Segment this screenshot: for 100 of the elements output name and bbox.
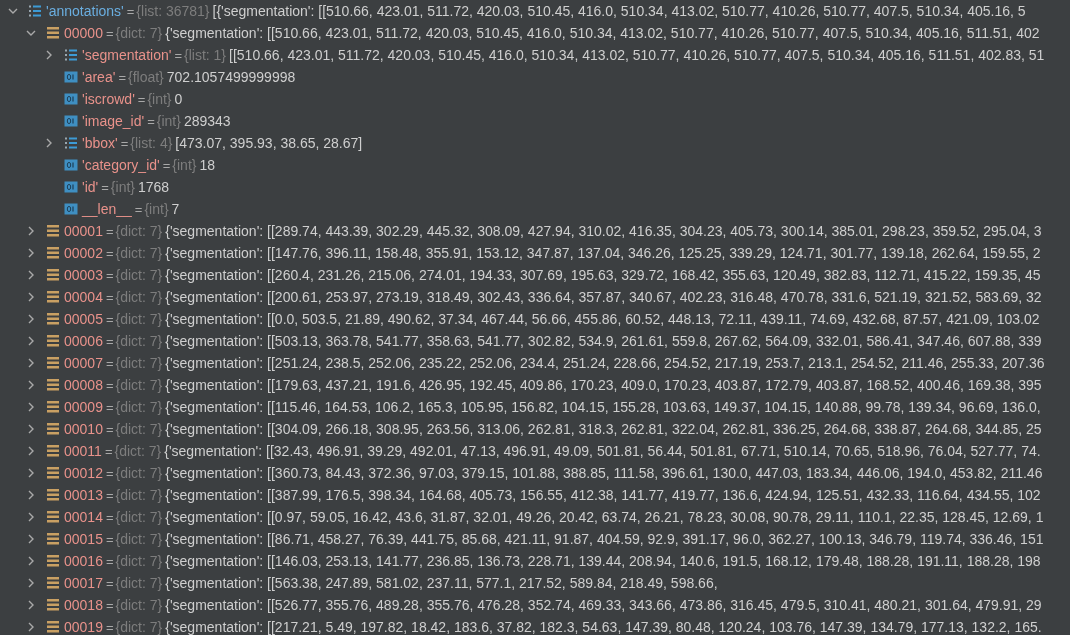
variable-type: {float}	[127, 69, 164, 85]
variable-name: 00014	[64, 509, 103, 525]
variable-name: 00001	[64, 223, 103, 239]
variable-name: 00000	[64, 25, 103, 41]
variable-name: 00007	[64, 355, 103, 371]
variable-name: 00008	[64, 377, 103, 393]
variable-value: {'segmentation': [[503.13, 363.78, 541.77, 358.63, 541.77, 302.82, 534.9, 261.61, 559.8, 267.62, 564.09, 332.01, 586.41, 347.46, 607.88, 339	[165, 333, 1042, 349]
equals-sign: =	[105, 619, 114, 635]
variable-value: 0	[174, 91, 183, 107]
dict-icon	[46, 598, 60, 612]
variable-value: {'segmentation': [[387.99, 176.5, 398.34, 164.68, 405.73, 156.55, 412.38, 141.77, 419.77, 136.6, 424.94, 125.51, 432.33, 116.64, 434.55, 102	[165, 487, 1041, 503]
variable-type: {int}	[144, 201, 169, 217]
dict-icon	[46, 26, 60, 40]
variable-value: 702.1057499999998	[166, 69, 296, 85]
list-icon	[64, 136, 78, 150]
variable-value: {'segmentation': [[147.76, 396.11, 158.48, 355.91, 153.12, 347.87, 137.04, 346.26, 125.25, 339.29, 124.71, 301.77, 139.18, 262.64, 159.55, 2	[165, 245, 1041, 261]
variable-name: 00009	[64, 399, 103, 415]
variable-value: {'segmentation': [[563.38, 247.89, 581.02, 237.11, 577.1, 217.52, 589.84, 218.49, 598.66,	[165, 575, 718, 591]
dict-icon	[46, 268, 60, 282]
variable-value: {'segmentation': [[0.0, 503.5, 21.89, 490.62, 37.34, 467.44, 56.66, 455.86, 60.52, 448.13, 72.11, 439.11, 74.69, 432.68, 87.57, 421.09, 103.02	[165, 311, 1040, 327]
variable-type: {dict: 7}	[115, 223, 163, 239]
equals-sign: =	[126, 3, 135, 19]
value-icon	[64, 180, 78, 194]
variable-name: 'segmentation'	[82, 47, 172, 63]
variable-type: {dict: 7}	[115, 575, 163, 591]
variable-type: {dict: 7}	[115, 399, 163, 415]
variable-value: {'segmentation': [[251.24, 238.5, 252.06, 235.22, 252.06, 234.4, 251.24, 228.66, 254.52, 217.19, 253.7, 213.1, 254.52, 211.46, 255.33, 207.36	[165, 355, 1045, 371]
variable-name: 00015	[64, 531, 103, 547]
equals-sign: =	[104, 443, 113, 459]
variable-value: {'segmentation': [[360.73, 84.43, 372.36, 97.03, 379.15, 101.88, 388.85, 111.58, 396.61, 130.0, 447.03, 183.34, 446.06, 194.0, 453.82, 211.46	[165, 465, 1043, 481]
value-icon	[64, 70, 78, 84]
variable-name: 00016	[64, 553, 103, 569]
equals-sign: =	[105, 399, 114, 415]
variable-name: 'area'	[82, 69, 116, 85]
variable-name: 00012	[64, 465, 103, 481]
equals-sign: =	[147, 113, 155, 129]
value-icon	[64, 114, 78, 128]
variable-type: {dict: 7}	[115, 289, 163, 305]
dict-icon	[46, 510, 60, 524]
equals-sign: =	[105, 487, 114, 503]
variable-name: 00013	[64, 487, 103, 503]
variable-name: 00018	[64, 597, 103, 613]
variable-value: [473.07, 395.93, 38.65, 28.67]	[175, 135, 363, 151]
variable-name: 00004	[64, 289, 103, 305]
equals-sign: =	[101, 179, 109, 195]
equals-sign: =	[137, 91, 146, 107]
variable-type: {dict: 7}	[115, 619, 163, 635]
dict-icon	[46, 356, 60, 370]
list-icon	[28, 4, 42, 18]
variable-name: 00003	[64, 267, 103, 283]
dict-icon	[46, 422, 60, 436]
dict-icon	[46, 554, 60, 568]
equals-sign: =	[105, 267, 114, 283]
variable-name: 00010	[64, 421, 103, 437]
equals-sign: =	[105, 355, 114, 371]
variable-value: [{'segmentation': [[510.66, 423.01, 511.72, 420.03, 510.45, 416.0, 510.34, 413.02, 510.77, 410.26, 510.77, 407.5, 510.34, 405.16, 5	[212, 3, 1026, 19]
variable-value: 1768	[138, 179, 170, 195]
variable-name: 00019	[64, 619, 103, 635]
variable-type: {int}	[172, 157, 197, 173]
variable-value: {'segmentation': [[86.71, 458.27, 76.39, 441.75, 85.68, 421.11, 91.87, 404.59, 92.9, 391.17, 96.0, 362.27, 100.13, 346.79, 119.74, 336.46, 151	[165, 531, 1044, 547]
variable-value: {'segmentation': [[526.77, 355.76, 489.28, 355.76, 476.28, 352.74, 469.33, 343.66, 473.86, 316.45, 479.5, 310.41, 480.21, 301.64, 479.91, 29	[165, 597, 1042, 613]
dict-icon	[46, 576, 60, 590]
variable-name: 00006	[64, 333, 103, 349]
equals-sign: =	[118, 69, 126, 85]
value-icon	[64, 202, 78, 216]
equals-sign: =	[105, 597, 114, 613]
variable-type: {dict: 7}	[115, 377, 163, 393]
variable-name: 'image_id'	[82, 113, 145, 129]
variable-value: {'segmentation': [[289.74, 443.39, 302.29, 445.32, 308.09, 427.94, 310.02, 416.35, 304.23, 405.73, 300.14, 385.01, 298.23, 359.52, 295.04, 3	[165, 223, 1042, 239]
variable-value: 289343	[183, 113, 231, 129]
variable-value: {'segmentation': [[200.61, 253.97, 273.19, 318.49, 302.43, 336.64, 357.87, 340.67, 402.23, 316.48, 470.78, 331.6, 521.19, 321.52, 583.69, 32	[165, 289, 1042, 305]
list-icon	[64, 48, 78, 62]
variable-type: {int}	[156, 113, 181, 129]
dict-icon	[46, 466, 60, 480]
value-icon	[64, 92, 78, 106]
variable-type: {dict: 7}	[115, 487, 163, 503]
equals-sign: =	[134, 201, 143, 217]
equals-sign: =	[105, 333, 114, 349]
variable-value: {'segmentation': [[146.03, 253.13, 141.77, 236.85, 136.73, 228.71, 139.44, 208.94, 140.6, 191.5, 168.12, 179.48, 188.28, 191.11, 188.28, 198	[165, 553, 1041, 569]
variable-value: {'segmentation': [[217.21, 5.49, 197.82, 18.42, 183.6, 37.82, 182.3, 54.63, 147.39, 80.48, 120.24, 103.76, 147.39, 134.79, 177.13, 132.2, 165.	[165, 619, 1042, 635]
dict-icon	[46, 224, 60, 238]
variable-type: {dict: 7}	[115, 465, 163, 481]
variable-value: [[510.66, 423.01, 511.72, 420.03, 510.45, 416.0, 510.34, 413.02, 510.77, 410.26, 510.77, 407.5, 510.34, 405.16, 511.51, 402.83, 51	[229, 47, 1045, 63]
dict-icon	[46, 290, 60, 304]
equals-sign: =	[105, 289, 114, 305]
dict-icon	[46, 312, 60, 326]
variable-type: {int}	[110, 179, 135, 195]
variable-type: {list: 1}	[184, 47, 227, 63]
equals-sign: =	[105, 553, 114, 569]
equals-sign: =	[105, 223, 114, 239]
dict-icon	[46, 334, 60, 348]
variable-type: {dict: 7}	[115, 25, 163, 41]
variable-type: {dict: 7}	[114, 443, 162, 459]
dict-icon	[46, 444, 60, 458]
variable-name: 00017	[64, 575, 103, 591]
equals-sign: =	[162, 157, 171, 173]
dict-icon	[46, 532, 60, 546]
variable-value: {'segmentation': [[115.46, 164.53, 106.2, 165.3, 105.95, 156.82, 104.15, 155.28, 103.63, 149.37, 104.15, 140.88, 99.78, 139.34, 96.69, 136.0,	[165, 399, 1041, 415]
variable-name: 00011	[64, 443, 102, 459]
variable-type: {list: 4}	[130, 135, 173, 151]
